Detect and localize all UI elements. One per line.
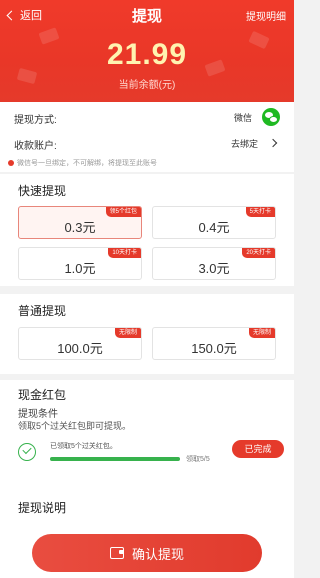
bind-tip: 微信号一旦绑定，不可解绑，将提现至此账号 [8,158,157,168]
check-circle-icon [18,443,36,461]
progress-text: 领取5/5 [186,456,210,463]
quick-withdraw-section: 快速提现 0.3元 领5个红包 0.4元 5天打卡 1.0元 10天打卡 3.0… [0,174,294,286]
quick-option-3[interactable]: 3.0元 20天打卡 [152,247,276,280]
progress-fill [50,457,180,461]
normal-option-0[interactable]: 100.0元 无限制 [18,327,142,360]
completed-button[interactable]: 已完成 [232,440,284,458]
withdraw-detail-link[interactable]: 提现明细 [246,8,286,23]
task-text: 已领取5个过关红包。 [50,443,117,450]
chevron-right-icon [268,138,278,148]
confirm-withdraw-button[interactable]: 确认提现 [32,534,262,572]
normal-withdraw-section: 普通提现 100.0元 无限制 150.0元 无限制 [0,294,294,374]
wechat-icon [262,108,280,126]
normal-option-1[interactable]: 150.0元 无限制 [152,327,276,360]
option-value: 150.0元 [191,341,237,356]
redpacket-title: 现金红包 [18,388,67,402]
explain-title: 提现说明 [18,501,67,515]
option-tag: 5天打卡 [245,207,275,217]
method-value: 微信 [233,113,252,123]
method-label: 提现方式: [14,115,57,126]
task-row: 已领取5个过关红包。 领取5/5 已完成 [14,436,284,472]
receiver-row[interactable]: 收款账户: 去绑定 [14,132,280,154]
option-value: 100.0元 [57,341,103,356]
option-tag: 领5个红包 [105,207,141,217]
method-row: 提现方式: 微信 [14,106,280,128]
balance-label: 当前余额(元) [118,80,176,91]
normal-withdraw-title: 普通提现 [18,304,67,318]
option-value: 3.0元 [198,261,230,276]
progress-bar [50,457,180,461]
option-value: 1.0元 [64,261,96,276]
bind-tip-text: 微信号一旦绑定，不可解绑，将提现至此账号 [17,160,157,167]
option-value: 0.4元 [198,220,230,235]
option-value: 0.3元 [64,220,96,235]
quick-withdraw-title: 快速提现 [18,184,67,198]
option-tag: 10天打卡 [108,248,141,258]
receiver-label: 收款账户: [14,141,57,152]
option-tag: 无限制 [248,328,275,338]
bind-account-link[interactable]: 去绑定 [231,137,258,150]
quick-option-0[interactable]: 0.3元 领5个红包 [18,206,142,239]
header-banner: 返回 提现 提现明细 21.99 当前余额(元) [0,0,294,102]
option-tag: 20天打卡 [242,248,275,258]
condition-title: 提现条件 [18,409,58,420]
balance-amount: 21.99 [106,38,188,71]
quick-option-2[interactable]: 1.0元 10天打卡 [18,247,142,280]
footer-bar: 确认提现 [0,528,294,578]
nav-bar: 返回 提现 提现明细 [0,4,294,28]
warning-dot-icon [8,160,14,166]
option-tag: 无限制 [114,328,141,338]
confirm-label: 确认提现 [131,546,184,562]
condition-desc: 领取5个过关红包即可提现。 [18,421,132,431]
quick-option-1[interactable]: 0.4元 5天打卡 [152,206,276,239]
wallet-icon [109,547,124,559]
